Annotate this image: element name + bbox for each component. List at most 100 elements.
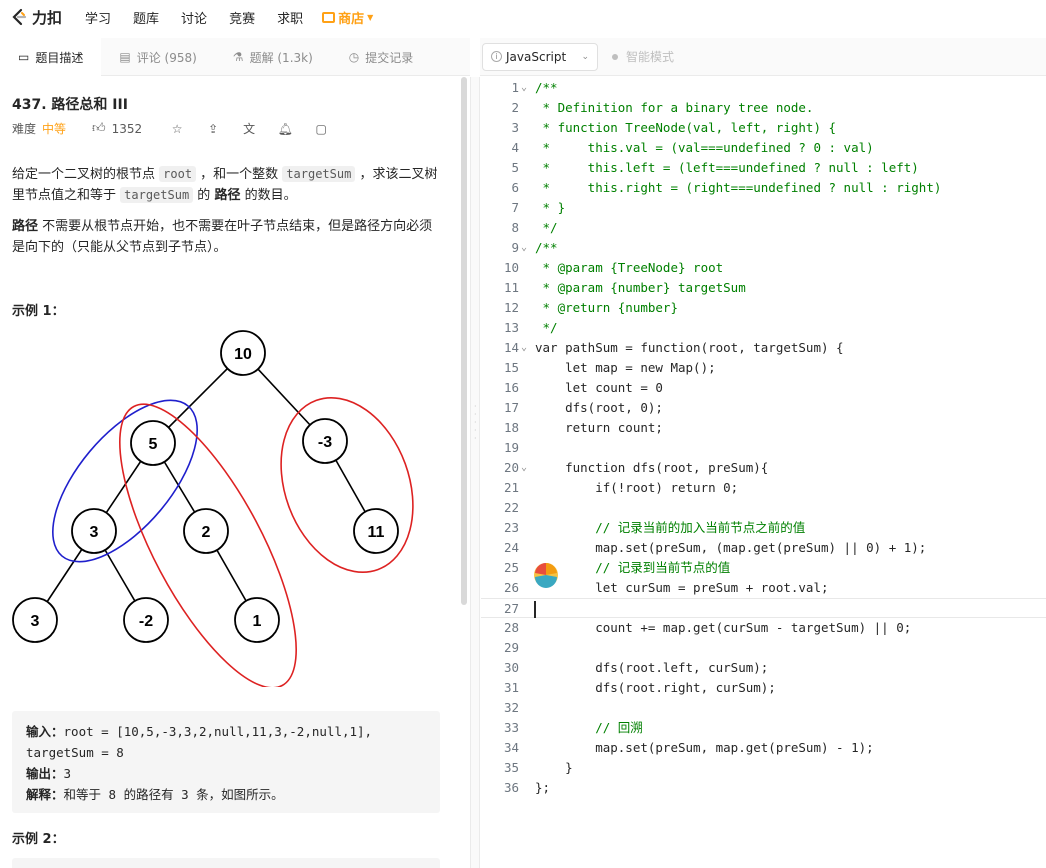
line-number: 29: [503, 640, 519, 655]
code-editor[interactable]: 1 ⌄/** 2 * Definition for a binary tree no…: [481, 77, 1046, 868]
tab-description-label: 题目描述: [35, 50, 84, 65]
tab-submissions[interactable]: ◷ 提交记录: [331, 38, 432, 76]
code-line[interactable]: 18 return count;: [481, 418, 1046, 438]
scrollbar-thumb[interactable]: [461, 77, 467, 605]
logo[interactable]: 力扣: [10, 7, 62, 28]
line-number: 11: [503, 280, 519, 295]
language-select[interactable]: i JavaScript ⌄: [482, 42, 598, 71]
code-line[interactable]: 14 ⌄ var pathSum = function(root, targetSu…: [481, 338, 1046, 358]
code-line[interactable]: 27: [481, 598, 1046, 618]
fold-chevron-icon[interactable]: ⌄: [521, 338, 527, 358]
code-line[interactable]: 28 count += map.get(curSum - targetSum) …: [481, 618, 1046, 638]
code-text: dfs(root.right, curSum);: [535, 680, 776, 695]
tab-comments[interactable]: ▤ 评论 (958): [101, 38, 214, 76]
code-text: dfs(root, 0);: [535, 400, 663, 415]
code-text: * Definition for a binary tree node.: [535, 100, 814, 115]
nav-contest[interactable]: 竞赛: [229, 8, 255, 27]
code-line[interactable]: 32: [481, 698, 1046, 718]
code-line[interactable]: 3 * function TreeNode(val, left, right) …: [481, 118, 1046, 138]
code-line[interactable]: 15 let map = new Map();: [481, 358, 1046, 378]
leetcode-logo-icon: [10, 8, 28, 26]
fold-chevron-icon[interactable]: ⌄: [521, 238, 527, 258]
code-text: }: [535, 760, 573, 775]
code-line[interactable]: 11 * @param {number} targetSum: [481, 278, 1046, 298]
code-text: * this.val = (val===undefined ? 0 : val): [535, 140, 874, 155]
example-2-title: 示例 2：: [12, 832, 65, 847]
tab-description[interactable]: ▭ 题目描述: [0, 38, 102, 76]
line-number: 31: [503, 680, 519, 695]
line-number: 13: [503, 320, 519, 335]
tree-node-label: 1: [253, 613, 262, 630]
code-line[interactable]: 5 * this.left = (left===undefined ? null…: [481, 158, 1046, 178]
smart-mode-toggle[interactable]: 智能模式: [612, 48, 674, 65]
bell-icon[interactable]: 🔔︎: [278, 122, 293, 136]
explain-label: 解释：: [26, 787, 64, 802]
code-text: * this.left = (left===undefined ? null :…: [535, 160, 919, 175]
inline-code: targetSum: [120, 187, 194, 203]
nav-jobs[interactable]: 求职: [277, 8, 303, 27]
code-line[interactable]: 30 dfs(root.left, curSum);: [481, 658, 1046, 678]
inline-code: root: [159, 166, 197, 182]
code-line[interactable]: 1 ⌄ /**: [481, 78, 1046, 98]
code-line[interactable]: 6 * this.right = (right===undefined ? nu…: [481, 178, 1046, 198]
nav-problems[interactable]: 题库: [133, 8, 159, 27]
code-line[interactable]: 33 // 回溯: [481, 718, 1046, 738]
nav-learn[interactable]: 学习: [85, 8, 111, 27]
fold-chevron-icon[interactable]: ⌄: [521, 78, 527, 98]
nav-store[interactable]: 商店 ▼: [322, 8, 373, 27]
code-line[interactable]: 16 let count = 0: [481, 378, 1046, 398]
code-line[interactable]: 34 map.set(preSum, map.get(preSum) - 1);: [481, 738, 1046, 758]
line-number: 5: [511, 160, 519, 175]
store-label: 商店: [338, 11, 365, 27]
code-line[interactable]: 17 dfs(root, 0);: [481, 398, 1046, 418]
code-line[interactable]: 31 dfs(root.right, curSum);: [481, 678, 1046, 698]
line-number: 35: [503, 760, 519, 775]
description-icon: ▭: [18, 50, 30, 64]
code-line[interactable]: 21 if(!root) return 0;: [481, 478, 1046, 498]
code-line[interactable]: 8 */: [481, 218, 1046, 238]
code-line[interactable]: 20 ⌄ function dfs(root, preSum){: [481, 458, 1046, 478]
share-icon[interactable]: ⇪: [206, 122, 220, 136]
code-text: // 记录到当前节点的值: [535, 560, 731, 575]
code-line[interactable]: 36};: [481, 778, 1046, 798]
fold-chevron-icon[interactable]: ⌄: [521, 458, 527, 478]
code-text: * function TreeNode(val, left, right) {: [535, 120, 837, 135]
code-line[interactable]: 23 // 记录当前的加入当前节点之前的值: [481, 518, 1046, 538]
code-line[interactable]: 12 * @return {number}: [481, 298, 1046, 318]
line-number: 22: [503, 500, 519, 515]
code-line[interactable]: 4 * this.val = (val===undefined ? 0 : va…: [481, 138, 1046, 158]
code-line[interactable]: 19: [481, 438, 1046, 458]
code-line[interactable]: 10 * @param {TreeNode} root: [481, 258, 1046, 278]
line-number: 32: [503, 700, 519, 715]
code-line[interactable]: 24 map.set(preSum, (map.get(preSum) || 0…: [481, 538, 1046, 558]
code-line[interactable]: 25 // 记录到当前节点的值: [481, 558, 1046, 578]
code-line[interactable]: 7 * }: [481, 198, 1046, 218]
feedback-icon[interactable]: ▢: [314, 122, 328, 136]
code-line[interactable]: 26 let curSum = preSum + root.val;: [481, 578, 1046, 598]
avatar[interactable]: [532, 561, 560, 589]
line-number: 30: [503, 660, 519, 675]
example-input: 输入：root = [10,5,-3,3,2,null,11,3,-2,null…: [26, 721, 426, 742]
code-line[interactable]: 35 }: [481, 758, 1046, 778]
line-number: 15: [503, 360, 519, 375]
info-icon: i: [491, 51, 502, 62]
line-number: 18: [503, 420, 519, 435]
star-icon[interactable]: ☆: [170, 122, 184, 136]
code-line[interactable]: 13 */: [481, 318, 1046, 338]
line-number: 33: [503, 720, 519, 735]
translate-icon[interactable]: 文: [242, 122, 256, 136]
code-line[interactable]: 9 ⌄ /**: [481, 238, 1046, 258]
line-number: 28: [503, 620, 519, 635]
tab-solutions[interactable]: ⚗ 题解 (1.3k): [215, 38, 331, 76]
code-line[interactable]: 29: [481, 638, 1046, 658]
code-line[interactable]: 2 * Definition for a binary tree node.: [481, 98, 1046, 118]
difficulty-label: 难度: [12, 122, 37, 136]
panel-splitter[interactable]: · · · · ·: [470, 77, 480, 868]
nav-discuss[interactable]: 讨论: [181, 8, 207, 27]
problem-meta: 难度 中等 👍︎ 1352 ☆ ⇪ 文 🔔︎ ▢: [12, 120, 350, 137]
line-number: 12: [503, 300, 519, 315]
tree-node: 3: [12, 597, 58, 643]
code-line[interactable]: 22: [481, 498, 1046, 518]
problem-description-1: 给定一个二叉树的根节点 root ，和一个整数 targetSum ，求该二叉树…: [12, 164, 442, 206]
like-icon[interactable]: 👍︎: [92, 121, 106, 136]
